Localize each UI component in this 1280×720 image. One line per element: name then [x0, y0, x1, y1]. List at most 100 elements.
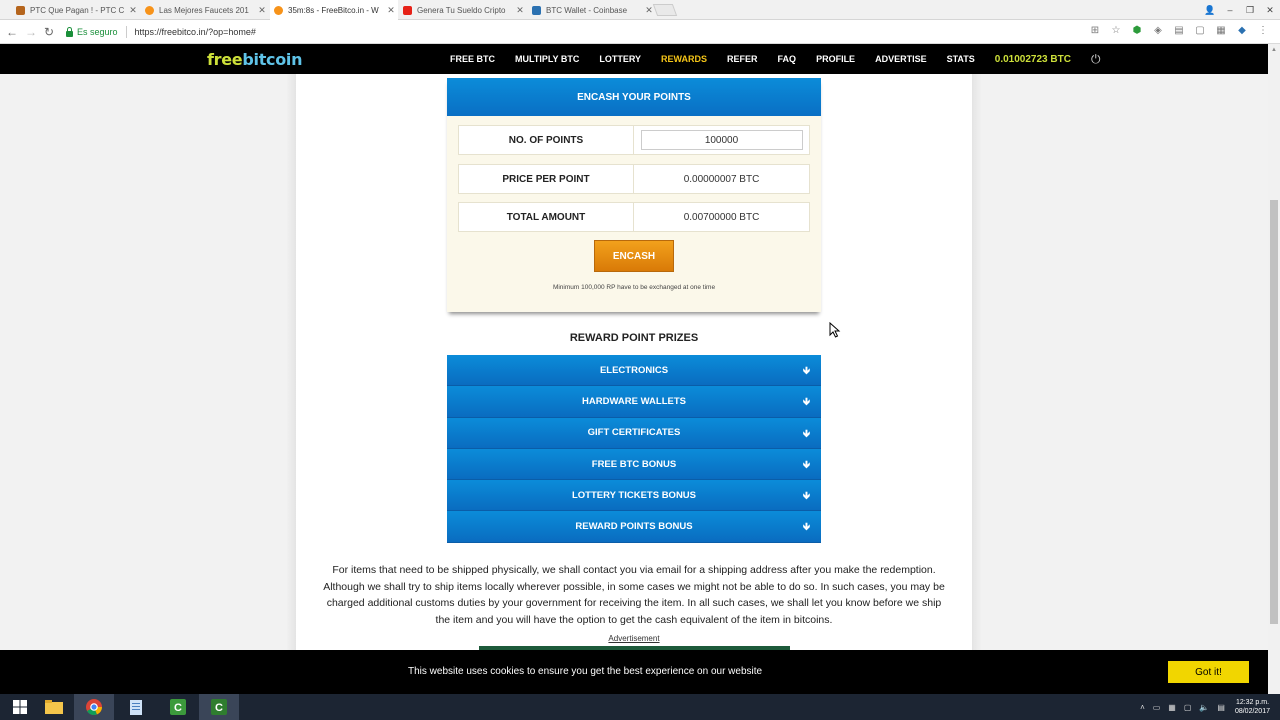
prize-gift-certificates[interactable]: GIFT CERTIFICATES 🡻 [447, 417, 821, 449]
translate-icon[interactable]: ⊞ [1088, 23, 1102, 37]
tab-title: BTC Wallet - Coinbase [546, 5, 628, 15]
forward-icon[interactable]: → [24, 25, 38, 39]
taskbar-camtasia-2[interactable]: C [199, 694, 239, 720]
minimize-icon[interactable]: – [1220, 0, 1240, 20]
prize-label: FREE BTC BONUS [591, 458, 677, 470]
taskbar-camtasia-1[interactable]: C [158, 694, 198, 720]
menu-dots-icon[interactable]: ⋮ [1256, 23, 1270, 37]
tab-title: PTC Que Pagan ! - PTC C [30, 5, 125, 15]
extension-icon[interactable]: ◈ [1151, 23, 1165, 37]
tray-keyboard-icon[interactable]: ▤ [1217, 703, 1225, 712]
address-bar: ← → ↻ Es seguro https://freebitco.in/?op… [0, 20, 1280, 44]
tab-close-icon[interactable]: ✕ [255, 5, 269, 16]
tab-favicon-icon [532, 5, 541, 15]
taskbar-file-explorer[interactable] [34, 694, 74, 720]
total-row: TOTAL AMOUNT 0.00700000 BTC [458, 202, 810, 232]
cookie-accept-button[interactable]: Got it! [1168, 661, 1249, 683]
extension-blue-icon[interactable]: ◆ [1235, 23, 1249, 37]
restore-icon[interactable]: ❐ [1240, 0, 1260, 20]
site-navbar: freebitcoin FREE BTC MULTIPLY BTC LOTTER… [0, 44, 1268, 74]
prize-hardware-wallets[interactable]: HARDWARE WALLETS 🡻 [447, 386, 821, 418]
taskbar-document-app[interactable] [116, 694, 156, 720]
expand-arrow-icon: 🡻 [802, 428, 810, 440]
shipping-info-text: For items that need to be shipped physic… [323, 564, 945, 627]
browser-tab[interactable]: Las Mejores Faucets 201 ✕ [141, 0, 269, 20]
chrome-icon [86, 699, 102, 715]
tab-favicon-icon [145, 5, 154, 15]
nav-stats[interactable]: STATS [937, 54, 985, 64]
url-omnibox[interactable]: Es seguro https://freebitco.in/?op=home# [62, 23, 1152, 41]
tray-network-icon[interactable]: ▭ [1153, 703, 1161, 712]
prize-reward-points-bonus[interactable]: REWARD POINTS BONUS 🡻 [447, 511, 821, 543]
browser-tab-active[interactable]: 35m:8s - FreeBitco.in - W ✕ [270, 0, 398, 20]
tab-close-icon[interactable]: ✕ [513, 5, 527, 16]
nav-advertise[interactable]: ADVERTISE [865, 54, 937, 64]
browser-tab[interactable]: Genera Tu Sueldo Cripto ✕ [399, 0, 527, 20]
tab-close-icon[interactable]: ✕ [384, 5, 398, 16]
browser-tab[interactable]: BTC Wallet - Coinbase ✕ [528, 0, 656, 20]
prize-label: GIFT CERTIFICATES [587, 427, 681, 439]
extension-icon[interactable]: ▤ [1172, 23, 1186, 37]
scrollbar-thumb[interactable] [1270, 200, 1278, 624]
encash-button[interactable]: ENCASH [594, 240, 674, 272]
camtasia-icon: C [170, 699, 186, 715]
mouse-cursor-icon [829, 322, 841, 338]
advertisement-label[interactable]: Advertisement [447, 634, 821, 643]
total-value: 0.00700000 BTC [683, 211, 760, 223]
tab-title: Las Mejores Faucets 201 [159, 5, 249, 15]
tab-favicon-icon [403, 5, 412, 15]
tray-volume-icon[interactable]: 🔈 [1199, 703, 1209, 712]
main-menu: FREE BTC MULTIPLY BTC LOTTERY REWARDS RE… [440, 44, 1108, 74]
tray-chevron-icon[interactable]: ˄ [1140, 703, 1145, 712]
tray-monitor-icon[interactable]: ▢ [1184, 703, 1192, 712]
prize-label: LOTTERY TICKETS BONUS [571, 489, 697, 501]
price-value: 0.00000007 BTC [683, 173, 760, 185]
price-row: PRICE PER POINT 0.00000007 BTC [458, 164, 810, 194]
url-text[interactable]: https://freebitco.in/?op=home# [135, 27, 256, 37]
tray-app-icon[interactable]: ▦ [1168, 703, 1176, 712]
nav-free-btc[interactable]: FREE BTC [440, 54, 505, 64]
user-icon[interactable]: 👤 [1200, 0, 1220, 20]
reward-prizes-list: ELECTRONICS 🡻 HARDWARE WALLETS 🡻 GIFT CE… [447, 355, 821, 543]
extension-icon[interactable]: ▢ [1193, 23, 1207, 37]
prize-lottery-tickets-bonus[interactable]: LOTTERY TICKETS BONUS 🡻 [447, 480, 821, 512]
browser-tab[interactable]: PTC Que Pagan ! - PTC C ✕ [12, 0, 140, 20]
price-label: PRICE PER POINT [459, 165, 634, 193]
document-icon [130, 699, 142, 715]
nav-multiply-btc[interactable]: MULTIPLY BTC [505, 54, 589, 64]
reload-icon[interactable]: ↻ [42, 25, 56, 39]
taskbar-clock[interactable]: 12:32 p.m. 08/02/2017 [1235, 698, 1270, 716]
extension-icon[interactable]: ▦ [1214, 23, 1228, 37]
tab-title: Genera Tu Sueldo Cripto [417, 5, 506, 15]
back-icon[interactable]: ← [5, 25, 19, 39]
points-input[interactable] [640, 130, 803, 150]
nav-rewards[interactable]: REWARDS [651, 54, 717, 64]
cookie-message: This website uses cookies to ensure you … [408, 666, 763, 677]
expand-arrow-icon: 🡻 [802, 397, 810, 409]
column-shadow-right [972, 74, 982, 650]
extension-green-icon[interactable]: ⬢ [1130, 23, 1144, 37]
prize-electronics[interactable]: ELECTRONICS 🡻 [447, 355, 821, 387]
folder-icon [45, 700, 63, 714]
expand-arrow-icon: 🡻 [802, 522, 810, 534]
nav-profile[interactable]: PROFILE [806, 54, 865, 64]
close-window-icon[interactable]: ✕ [1260, 0, 1280, 20]
expand-arrow-icon: 🡻 [802, 491, 810, 503]
prize-free-btc-bonus[interactable]: FREE BTC BONUS 🡻 [447, 448, 821, 481]
bookmark-star-icon[interactable]: ☆ [1109, 23, 1123, 37]
reward-prizes-title: REWARD POINT PRIZES [569, 332, 699, 344]
tab-close-icon[interactable]: ✕ [126, 5, 140, 16]
taskbar-chrome[interactable] [74, 694, 114, 720]
nav-refer[interactable]: REFER [717, 54, 768, 64]
encash-header: ENCASH YOUR POINTS [447, 78, 821, 116]
nav-lottery[interactable]: LOTTERY [589, 54, 651, 64]
tab-title: 35m:8s - FreeBitco.in - W [288, 5, 379, 15]
svg-text:C: C [215, 702, 223, 714]
scroll-up-arrow-icon[interactable]: ▲ [1268, 44, 1280, 56]
new-tab-button[interactable] [652, 4, 678, 16]
logout-power-icon[interactable]: ⏻ [1081, 52, 1109, 67]
freebitcoin-logo[interactable]: freebitcoin [207, 50, 303, 69]
encash-points-panel: ENCASH YOUR POINTS NO. OF POINTS PRICE P… [447, 78, 821, 312]
nav-faq[interactable]: FAQ [768, 54, 807, 64]
tab-favicon-icon [274, 5, 283, 15]
